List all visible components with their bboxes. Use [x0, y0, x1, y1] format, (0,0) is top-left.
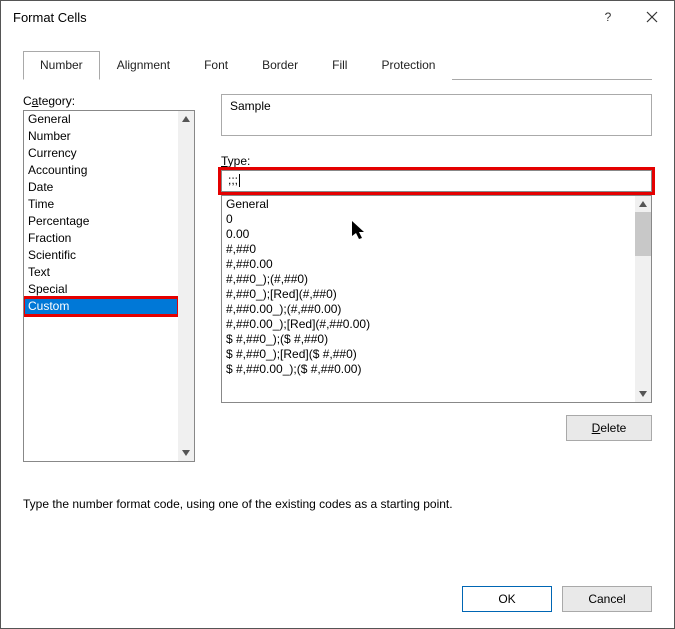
delete-button[interactable]: Delete	[566, 415, 652, 441]
type-input[interactable]: ;;;	[221, 170, 652, 192]
category-scrollbar[interactable]	[178, 111, 194, 461]
mouse-cursor-icon	[352, 221, 368, 244]
left-pane: Category: General Number Currency Accoun…	[23, 94, 195, 462]
scroll-up-icon[interactable]	[635, 196, 651, 212]
scroll-up-icon[interactable]	[178, 111, 194, 127]
help-icon: ?	[605, 10, 612, 24]
close-button[interactable]	[630, 2, 674, 32]
type-input-value: ;;;	[228, 173, 238, 187]
tab-fill[interactable]: Fill	[315, 51, 364, 80]
category-item[interactable]: Scientific	[24, 247, 178, 264]
category-item[interactable]: Time	[24, 196, 178, 213]
scroll-thumb[interactable]	[635, 212, 651, 256]
format-items: General 0 0.00 #,##0 #,##0.00 #,##0_);(#…	[222, 196, 635, 402]
dialog-footer: OK Cancel	[462, 586, 652, 612]
format-item[interactable]: 0	[226, 212, 631, 227]
scroll-down-icon[interactable]	[178, 445, 194, 461]
category-item[interactable]: Text	[24, 264, 178, 281]
category-item[interactable]: Currency	[24, 145, 178, 162]
format-item[interactable]: #,##0.00_);(#,##0.00)	[226, 302, 631, 317]
format-item[interactable]: 0.00	[226, 227, 631, 242]
category-item[interactable]: Fraction	[24, 230, 178, 247]
dialog-title: Format Cells	[13, 10, 586, 25]
format-item[interactable]: #,##0	[226, 242, 631, 257]
format-item[interactable]: General	[226, 197, 631, 212]
category-item[interactable]: Number	[24, 128, 178, 145]
category-item[interactable]: Date	[24, 179, 178, 196]
text-caret	[239, 174, 240, 187]
tab-protection[interactable]: Protection	[364, 51, 452, 80]
scroll-down-icon[interactable]	[635, 386, 651, 402]
format-listbox[interactable]: General 0 0.00 #,##0 #,##0.00 #,##0_);(#…	[221, 195, 652, 403]
dialog-body: Category: General Number Currency Accoun…	[1, 80, 674, 462]
close-icon	[646, 11, 658, 23]
format-item[interactable]: $ #,##0_);[Red]($ #,##0)	[226, 347, 631, 362]
category-item[interactable]: Special	[24, 281, 178, 298]
category-item[interactable]: Percentage	[24, 213, 178, 230]
type-label: Type:	[221, 154, 652, 168]
sample-box: Sample	[221, 94, 652, 136]
titlebar: Format Cells ?	[1, 1, 674, 33]
tab-number[interactable]: Number	[23, 51, 100, 80]
cancel-button[interactable]: Cancel	[562, 586, 652, 612]
hint-text: Type the number format code, using one o…	[23, 497, 453, 511]
format-item[interactable]: #,##0.00	[226, 257, 631, 272]
format-item[interactable]: $ #,##0.00_);($ #,##0.00)	[226, 362, 631, 377]
category-item[interactable]: Accounting	[24, 162, 178, 179]
sample-label: Sample	[230, 99, 643, 113]
delete-row: Delete	[221, 415, 652, 441]
category-item[interactable]: General	[24, 111, 178, 128]
ok-button[interactable]: OK	[462, 586, 552, 612]
format-item[interactable]: #,##0_);(#,##0)	[226, 272, 631, 287]
category-items: General Number Currency Accounting Date …	[24, 111, 178, 461]
category-item-custom[interactable]: Custom	[24, 298, 178, 315]
tab-border[interactable]: Border	[245, 51, 315, 80]
right-pane: Sample Type: ;;; General 0 0.00 #,##0 #,…	[221, 94, 652, 462]
format-item[interactable]: $ #,##0_);($ #,##0)	[226, 332, 631, 347]
tab-alignment[interactable]: Alignment	[100, 51, 187, 80]
category-listbox[interactable]: General Number Currency Accounting Date …	[23, 110, 195, 462]
tab-row: Number Alignment Font Border Fill Protec…	[23, 51, 674, 80]
tab-font[interactable]: Font	[187, 51, 245, 80]
format-item[interactable]: #,##0.00_);[Red](#,##0.00)	[226, 317, 631, 332]
help-button[interactable]: ?	[586, 2, 630, 32]
format-item[interactable]: #,##0_);[Red](#,##0)	[226, 287, 631, 302]
category-label: Category:	[23, 94, 195, 108]
